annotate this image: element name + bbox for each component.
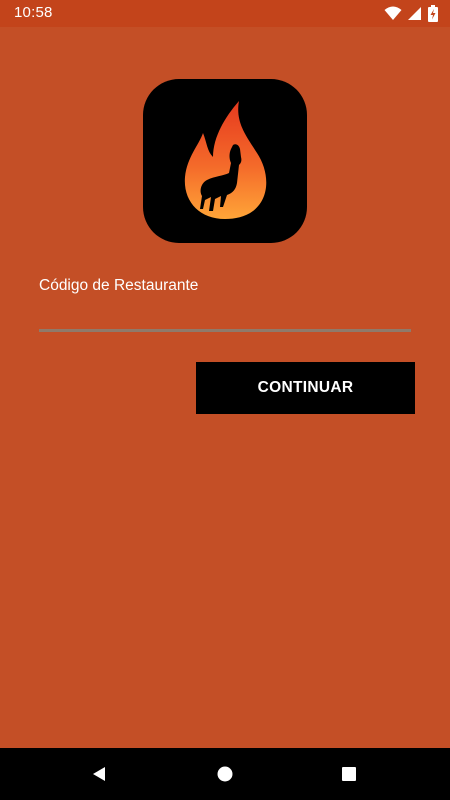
- battery-charging-icon: [428, 5, 438, 22]
- cell-signal-icon: [408, 5, 422, 22]
- continue-button[interactable]: CONTINUAR: [196, 362, 415, 414]
- back-icon[interactable]: [87, 762, 111, 786]
- restaurant-code-label: Código de Restaurante: [39, 277, 199, 294]
- wifi-icon: [384, 5, 402, 22]
- main-content: Código de Restaurante CONTINUAR: [0, 27, 450, 748]
- navigation-bar: [0, 748, 450, 800]
- app-logo: [143, 79, 307, 243]
- restaurant-code-input[interactable]: [39, 299, 411, 332]
- flame-llama-logo: [184, 101, 267, 219]
- status-icons: [384, 5, 438, 22]
- status-bar: 10:58: [0, 0, 450, 27]
- home-icon[interactable]: [213, 762, 237, 786]
- recents-icon[interactable]: [337, 762, 361, 786]
- status-time: 10:58: [14, 4, 53, 21]
